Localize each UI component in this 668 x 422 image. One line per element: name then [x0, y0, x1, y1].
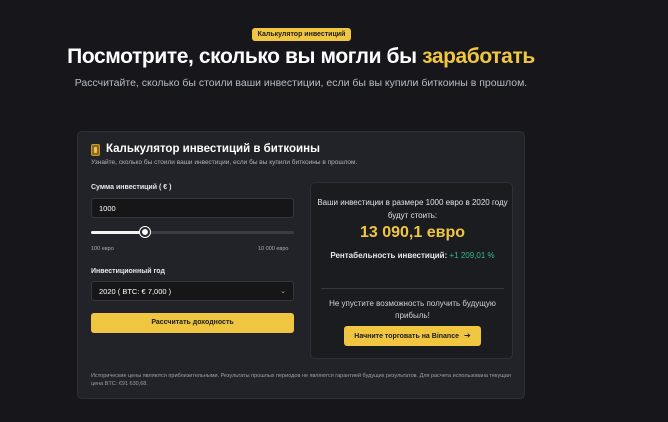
amount-slider-fill — [91, 231, 145, 234]
cta-text: Не упустите возможность получить будущую… — [329, 299, 496, 320]
page-title-highlight: заработать — [422, 45, 535, 68]
arrow-right-icon: ➔ — [464, 331, 471, 340]
result-amount: 13 090,1 евро — [359, 224, 465, 241]
trade-button-label: Начните торговать на Binance — [354, 333, 459, 340]
year-select-value: 2020 ( BTC: € 7,000 ) — [99, 287, 172, 296]
roi-line: Рентабельность инвестиций: +1 209,01 % — [317, 249, 508, 262]
calculator-card: Калькулятор инвестиций в биткоины Узнайт… — [77, 131, 525, 399]
chevron-down-icon: ⌄ — [280, 288, 286, 295]
bitcoin-wallet-icon — [91, 144, 100, 156]
amount-label: Сумма инвестиций ( € ) — [91, 184, 172, 191]
result-panel: Ваши инвестиции в размере 1000 евро в 20… — [310, 182, 513, 359]
disclaimer: Исторические цены являются приблизительн… — [91, 373, 511, 387]
amount-slider-thumb[interactable] — [140, 227, 150, 237]
amount-input[interactable]: 1000 — [91, 198, 294, 218]
roi-value: +1 209,01 % — [449, 251, 495, 260]
result-divider — [321, 288, 504, 289]
page-title: Посмотрите, сколько вы могли бы заработа… — [0, 45, 602, 69]
year-label: Инвестиционный год — [91, 268, 165, 275]
slider-max-label: 10 000 евро — [258, 246, 289, 252]
slider-min-label: 100 евро — [91, 246, 114, 252]
page-title-main: Посмотрите, сколько вы могли бы — [67, 45, 423, 68]
header-badge: Калькулятор инвестиций — [252, 28, 351, 41]
trade-binance-button[interactable]: Начните торговать на Binance ➔ — [344, 326, 481, 346]
card-title: Калькулятор инвестиций в биткоины — [106, 143, 320, 155]
amount-slider[interactable] — [91, 231, 294, 234]
page-subtitle: Рассчитайте, сколько бы стоили ваши инве… — [74, 77, 528, 89]
result-text: Ваши инвестиции в размере 1000 евро в 20… — [317, 198, 508, 220]
calculate-button[interactable]: Рассчитать доходность — [91, 313, 294, 333]
roi-label: Рентабельность инвестиций: — [330, 251, 448, 260]
year-select[interactable]: 2020 ( BTC: € 7,000 ) ⌄ — [91, 281, 294, 301]
card-subtitle: Узнайте, сколько бы стоили ваши инвестиц… — [91, 159, 358, 166]
